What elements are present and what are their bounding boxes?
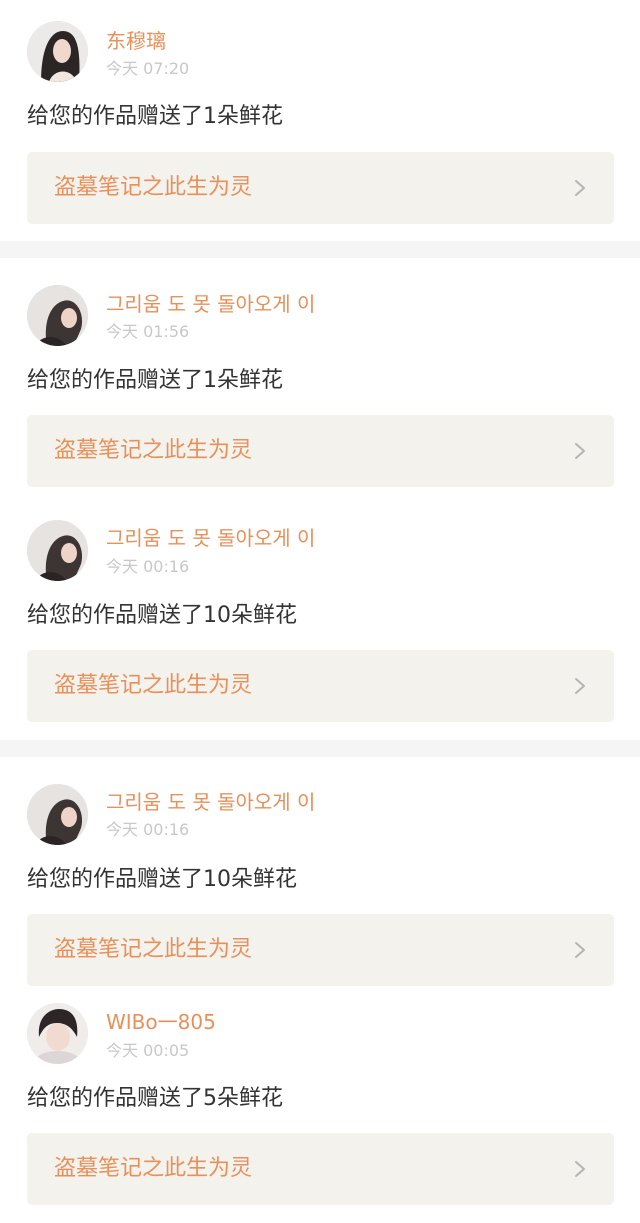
work-link-card[interactable]: 盗墓笔记之此生为灵 (27, 650, 614, 722)
timestamp: 今天 01:56 (106, 322, 190, 341)
notification-item: 东穆璃 今天 07:20 给您的作品赠送了1朵鲜花 盗墓笔记之此生为灵 (0, 0, 640, 241)
work-title: 盗墓笔记之此生为灵 (54, 937, 253, 962)
username[interactable]: WIBo一805 (106, 1010, 216, 1034)
chevron-right-icon (575, 678, 585, 694)
username[interactable]: 그리움 도 못 돌아오게 이 (106, 790, 315, 814)
avatar[interactable] (27, 520, 88, 581)
gift-message: 给您的作品赠送了10朵鲜花 (27, 603, 297, 628)
notification-item: 그리움 도 못 돌아오게 이 今天 01:56 给您的作品赠送了1朵鲜花 盗墓笔… (0, 258, 640, 500)
boy-portrait-avatar-icon (27, 1003, 88, 1064)
section-separator (0, 740, 640, 757)
timestamp: 今天 07:20 (106, 59, 190, 78)
timestamp: 今天 00:05 (106, 1041, 190, 1060)
chevron-right-icon (575, 180, 585, 196)
gift-message: 给您的作品赠送了1朵鲜花 (27, 368, 283, 393)
work-title: 盗墓笔记之此生为灵 (54, 1156, 253, 1181)
notification-item: WIBo一805 今天 00:05 给您的作品赠送了5朵鲜花 盗墓笔记之此生为灵 (0, 997, 640, 1223)
timestamp: 今天 00:16 (106, 820, 190, 839)
username[interactable]: 东穆璃 (106, 29, 166, 53)
profile-portrait-avatar-icon (27, 285, 88, 346)
work-link-card[interactable]: 盗墓笔记之此生为灵 (27, 914, 614, 986)
avatar[interactable] (27, 1003, 88, 1064)
chevron-right-icon (575, 1161, 585, 1177)
avatar[interactable] (27, 784, 88, 845)
chevron-right-icon (575, 443, 585, 459)
gift-message: 给您的作品赠送了5朵鲜花 (27, 1086, 283, 1111)
avatar[interactable] (27, 21, 88, 82)
work-link-card[interactable]: 盗墓笔记之此生为灵 (27, 152, 614, 224)
work-title: 盗墓笔记之此生为灵 (54, 673, 253, 698)
profile-portrait-avatar-icon (27, 784, 88, 845)
notification-item: 그리움 도 못 돌아오게 이 今天 00:16 给您的作品赠送了10朵鲜花 盗墓… (0, 500, 640, 740)
avatar[interactable] (27, 285, 88, 346)
work-link-card[interactable]: 盗墓笔记之此生为灵 (27, 415, 614, 487)
work-title: 盗墓笔记之此生为灵 (54, 175, 253, 200)
timestamp: 今天 00:16 (106, 557, 190, 576)
username[interactable]: 그리움 도 못 돌아오게 이 (106, 526, 315, 550)
girl-portrait-avatar-icon (27, 21, 88, 82)
chevron-right-icon (575, 942, 585, 958)
gift-message: 给您的作品赠送了10朵鲜花 (27, 867, 297, 892)
gift-message: 给您的作品赠送了1朵鲜花 (27, 104, 283, 129)
work-title: 盗墓笔记之此生为灵 (54, 438, 253, 463)
section-separator (0, 241, 640, 258)
work-link-card[interactable]: 盗墓笔记之此生为灵 (27, 1133, 614, 1205)
username[interactable]: 그리움 도 못 돌아오게 이 (106, 292, 315, 316)
profile-portrait-avatar-icon (27, 520, 88, 581)
notification-item: 그리움 도 못 돌아오게 이 今天 00:16 给您的作品赠送了10朵鲜花 盗墓… (0, 757, 640, 997)
